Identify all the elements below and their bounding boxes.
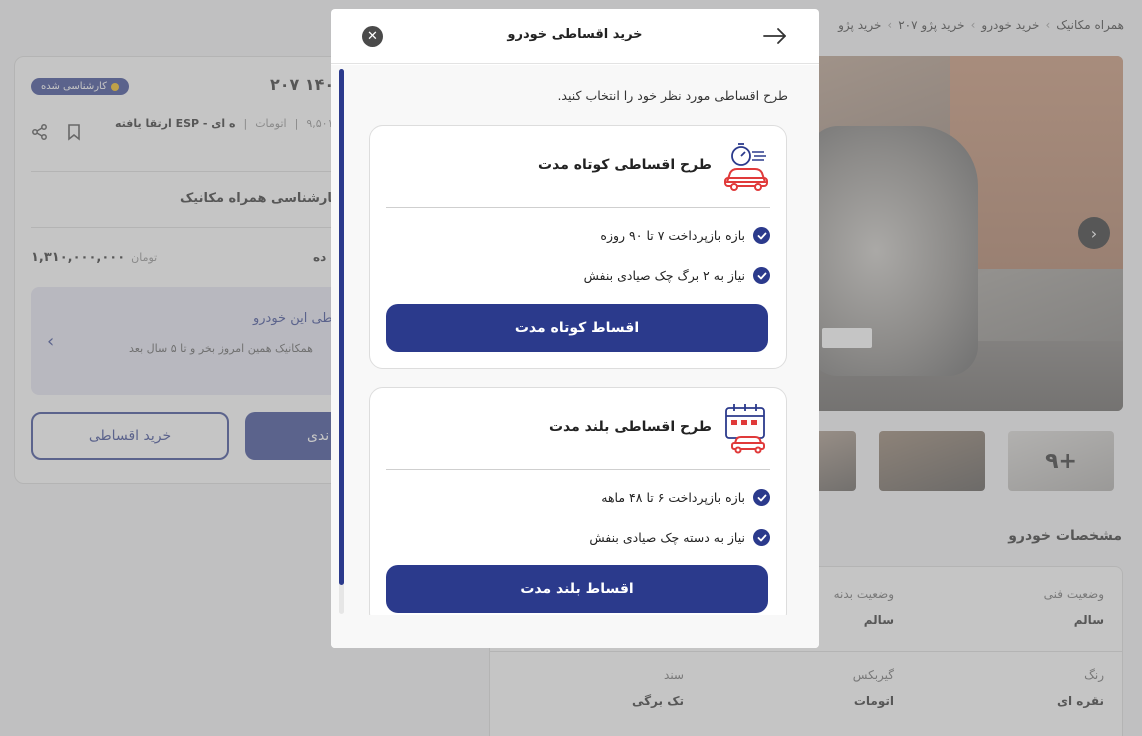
- plan-feature: بازه بازپرداخت ۶ تا ۴۸ ماهه: [601, 489, 770, 506]
- fast-car-icon: [724, 143, 768, 191]
- feature-text: بازه بازپرداخت ۶ تا ۴۸ ماهه: [601, 490, 745, 505]
- modal-intro: طرح اقساطی مورد نظر خود را انتخاب کنید.: [557, 88, 788, 103]
- check-icon: [753, 227, 770, 244]
- scrollbar-thumb[interactable]: [339, 69, 344, 585]
- divider: [386, 207, 770, 208]
- divider: [386, 469, 770, 470]
- short-term-plan-card: طرح اقساطی کوتاه مدت بازه بازپرداخت ۷ تا…: [369, 125, 787, 369]
- plan-feature: نیاز به دسته چک صیادی بنفش: [589, 529, 770, 546]
- short-term-plan-button[interactable]: اقساط کوتاه مدت: [386, 304, 768, 352]
- check-icon: [753, 529, 770, 546]
- long-term-plan-card: طرح اقساطی بلند مدت بازه بازپرداخت ۶ تا …: [369, 387, 787, 627]
- scrollbar[interactable]: [339, 69, 344, 614]
- modal-title: خرید اقساطی خودرو: [507, 27, 643, 42]
- installment-modal: خرید اقساطی خودرو ✕ طرح اقساطی مورد نظر …: [331, 9, 819, 648]
- check-icon: [753, 267, 770, 284]
- feature-text: نیاز به دسته چک صیادی بنفش: [589, 530, 745, 545]
- modal-header: خرید اقساطی خودرو ✕: [331, 9, 819, 64]
- modal-footer: [331, 615, 819, 648]
- feature-text: نیاز به ۲ برگ چک صیادی بنفش: [583, 268, 745, 283]
- modal-body: طرح اقساطی مورد نظر خود را انتخاب کنید. …: [331, 65, 819, 627]
- feature-text: بازه بازپرداخت ۷ تا ۹۰ روزه: [600, 228, 745, 243]
- plan-feature: بازه بازپرداخت ۷ تا ۹۰ روزه: [600, 227, 770, 244]
- plan-feature: نیاز به ۲ برگ چک صیادی بنفش: [584, 267, 770, 284]
- check-icon: [753, 489, 770, 506]
- long-term-plan-button[interactable]: اقساط بلند مدت: [386, 565, 768, 613]
- close-icon[interactable]: ✕: [362, 26, 383, 47]
- plan-title: طرح اقساطی کوتاه مدت: [538, 157, 712, 173]
- arrow-right-icon[interactable]: [762, 25, 788, 47]
- plan-title: طرح اقساطی بلند مدت: [548, 419, 712, 435]
- calendar-car-icon: [725, 404, 765, 454]
